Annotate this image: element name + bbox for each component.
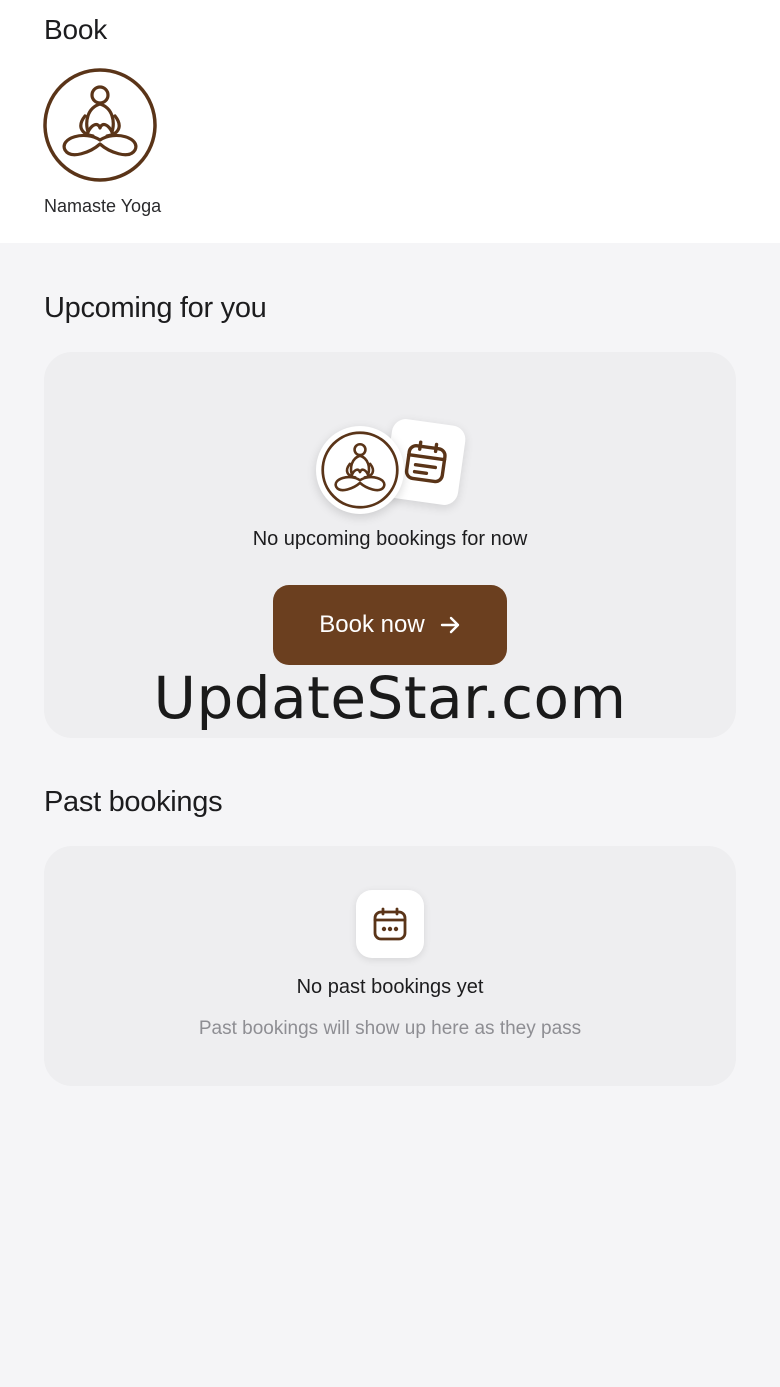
studio-logo-tile xyxy=(316,426,404,514)
meditation-logo-icon xyxy=(43,68,157,182)
upcoming-section-title: Upcoming for you xyxy=(44,292,267,324)
studio-name: Namaste Yoga xyxy=(44,196,162,216)
watermark-text: UpdateStar.com xyxy=(153,664,627,732)
meditation-logo-icon xyxy=(321,431,399,509)
calendar-icon xyxy=(404,440,447,484)
arrow-right-icon xyxy=(440,616,459,634)
calendar-icon xyxy=(373,907,407,941)
book-now-button[interactable]: Book now xyxy=(273,585,507,665)
header-area: Book Namaste Yoga xyxy=(0,0,780,243)
past-section-title: Past bookings xyxy=(44,786,223,818)
empty-state-illustration xyxy=(316,417,476,518)
page-title: Book xyxy=(44,14,108,45)
book-now-label: Book now xyxy=(319,611,425,638)
upcoming-card: No upcoming bookings for now Book now Up… xyxy=(44,352,736,738)
past-empty-subtitle: Past bookings will show up here as they … xyxy=(198,1018,582,1039)
past-calendar-tile xyxy=(356,890,424,958)
past-empty-title: No past bookings yet xyxy=(296,976,484,998)
past-card: No past bookings yet Past bookings will … xyxy=(44,846,736,1086)
upcoming-empty-title: No upcoming bookings for now xyxy=(252,528,528,550)
studio-item[interactable]: Namaste Yoga xyxy=(43,66,168,216)
